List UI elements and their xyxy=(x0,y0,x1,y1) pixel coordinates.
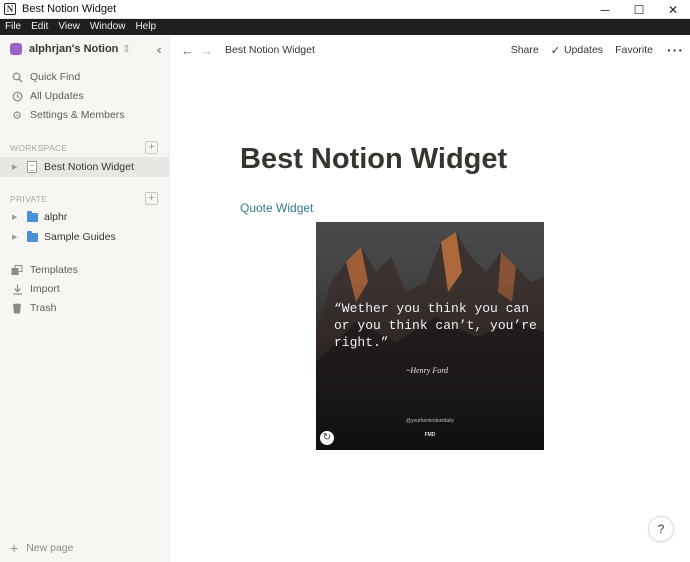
menu-edit[interactable]: Edit xyxy=(26,19,53,35)
share-button[interactable]: Share xyxy=(511,44,539,56)
more-options-icon[interactable]: ··· xyxy=(667,42,684,58)
quote-text: “Wether you think you can or you think c… xyxy=(334,301,537,350)
section-label-private: PRIVATE xyxy=(10,194,48,204)
download-icon xyxy=(10,284,24,295)
back-arrow-icon[interactable]: ← xyxy=(181,43,194,58)
window-title-bar: N Best Notion Widget ─ ☐ ✕ xyxy=(0,0,690,19)
window-controls: ─ ☐ ✕ xyxy=(588,0,690,19)
trash-icon xyxy=(10,303,24,314)
new-page-button[interactable]: + New page xyxy=(10,540,73,556)
page-top-bar: ← → Best Notion Widget Share ✓ Updates F… xyxy=(171,35,690,65)
quote-handle: @youthemindsetdaily xyxy=(406,418,454,424)
workspace-name: alphrjan's Notion xyxy=(29,43,119,55)
expand-triangle-icon[interactable]: ▶ xyxy=(12,213,21,221)
document-icon xyxy=(27,161,37,173)
refresh-icon[interactable]: ↻ xyxy=(320,431,334,445)
maximize-button[interactable]: ☐ xyxy=(622,0,656,19)
search-icon xyxy=(10,72,24,83)
page-title[interactable]: Best Notion Widget xyxy=(240,143,507,176)
quote-author: ~Henry Ford xyxy=(406,366,449,375)
quote-brand: FMD xyxy=(424,432,436,438)
workspace-switcher[interactable]: alphrjan's Notion ⇕ xyxy=(10,43,131,55)
add-workspace-page-button[interactable]: + xyxy=(145,141,158,154)
sidebar-item-label: Templates xyxy=(30,264,78,276)
section-label-workspace: WORKSPACE xyxy=(10,143,68,153)
sidebar-item-quick-find[interactable]: Quick Find xyxy=(10,69,80,85)
sidebar-item-settings[interactable]: ⚙ Settings & Members xyxy=(10,107,125,123)
updates-button[interactable]: ✓ Updates xyxy=(551,44,603,57)
collapse-sidebar-icon[interactable]: ‹‹ xyxy=(156,42,161,57)
close-button[interactable]: ✕ xyxy=(656,0,690,19)
sidebar-page-label: Best Notion Widget xyxy=(44,161,134,173)
plus-icon: + xyxy=(10,540,19,556)
favorite-button[interactable]: Favorite xyxy=(615,44,653,56)
sidebar-item-import[interactable]: Import xyxy=(10,281,60,297)
breadcrumb[interactable]: Best Notion Widget xyxy=(225,44,315,56)
sidebar-page-label: Sample Guides xyxy=(44,231,116,243)
menu-window[interactable]: Window xyxy=(85,19,131,35)
sidebar-page-alphr[interactable]: ▶ alphr xyxy=(0,207,169,227)
notion-app-icon: N xyxy=(4,3,16,15)
workspace-avatar xyxy=(10,43,22,55)
sidebar-page-label: alphr xyxy=(44,211,68,223)
sidebar-item-label: Trash xyxy=(30,302,57,314)
sidebar-item-label: All Updates xyxy=(30,90,84,102)
page-actions: Share ✓ Updates Favorite ··· xyxy=(499,35,684,65)
minimize-button[interactable]: ─ xyxy=(588,0,622,19)
sidebar-item-trash[interactable]: Trash xyxy=(10,300,56,316)
expand-triangle-icon[interactable]: ▶ xyxy=(12,233,21,241)
quote-widget-image[interactable]: “Wether you think you can or you think c… xyxy=(316,222,544,450)
sidebar-page-best-notion-widget[interactable]: ▶ Best Notion Widget xyxy=(0,157,169,177)
folder-icon xyxy=(27,210,38,222)
clock-icon xyxy=(10,91,24,102)
new-page-label: New page xyxy=(26,542,74,554)
sidebar-item-templates[interactable]: Templates xyxy=(10,262,78,278)
sidebar-item-label: Quick Find xyxy=(30,71,81,83)
menu-view[interactable]: View xyxy=(53,19,85,35)
folder-icon xyxy=(27,230,38,242)
menu-file[interactable]: File xyxy=(0,19,26,35)
add-private-page-button[interactable]: + xyxy=(145,192,158,205)
chevron-updown-icon: ⇕ xyxy=(122,43,131,55)
sidebar-item-label: Import xyxy=(30,283,60,295)
window-title: Best Notion Widget xyxy=(22,3,117,15)
menu-help[interactable]: Help xyxy=(130,19,161,35)
menu-bar: File Edit View Window Help xyxy=(0,19,690,35)
updates-label: Updates xyxy=(563,44,604,56)
help-button[interactable]: ? xyxy=(648,516,674,542)
quote-widget-link[interactable]: Quote Widget xyxy=(240,201,313,215)
sidebar-item-all-updates[interactable]: All Updates xyxy=(10,88,84,104)
sidebar: alphrjan's Notion ⇕ ‹‹ Quick Find All Up… xyxy=(0,35,170,562)
sidebar-page-sample-guides[interactable]: ▶ Sample Guides xyxy=(0,227,169,247)
check-icon: ✓ xyxy=(550,44,560,57)
expand-triangle-icon[interactable]: ▶ xyxy=(12,163,21,171)
gear-icon: ⚙ xyxy=(12,109,22,122)
forward-arrow-icon[interactable]: → xyxy=(200,43,213,58)
sidebar-item-label: Settings & Members xyxy=(30,109,125,121)
templates-icon xyxy=(10,264,24,276)
